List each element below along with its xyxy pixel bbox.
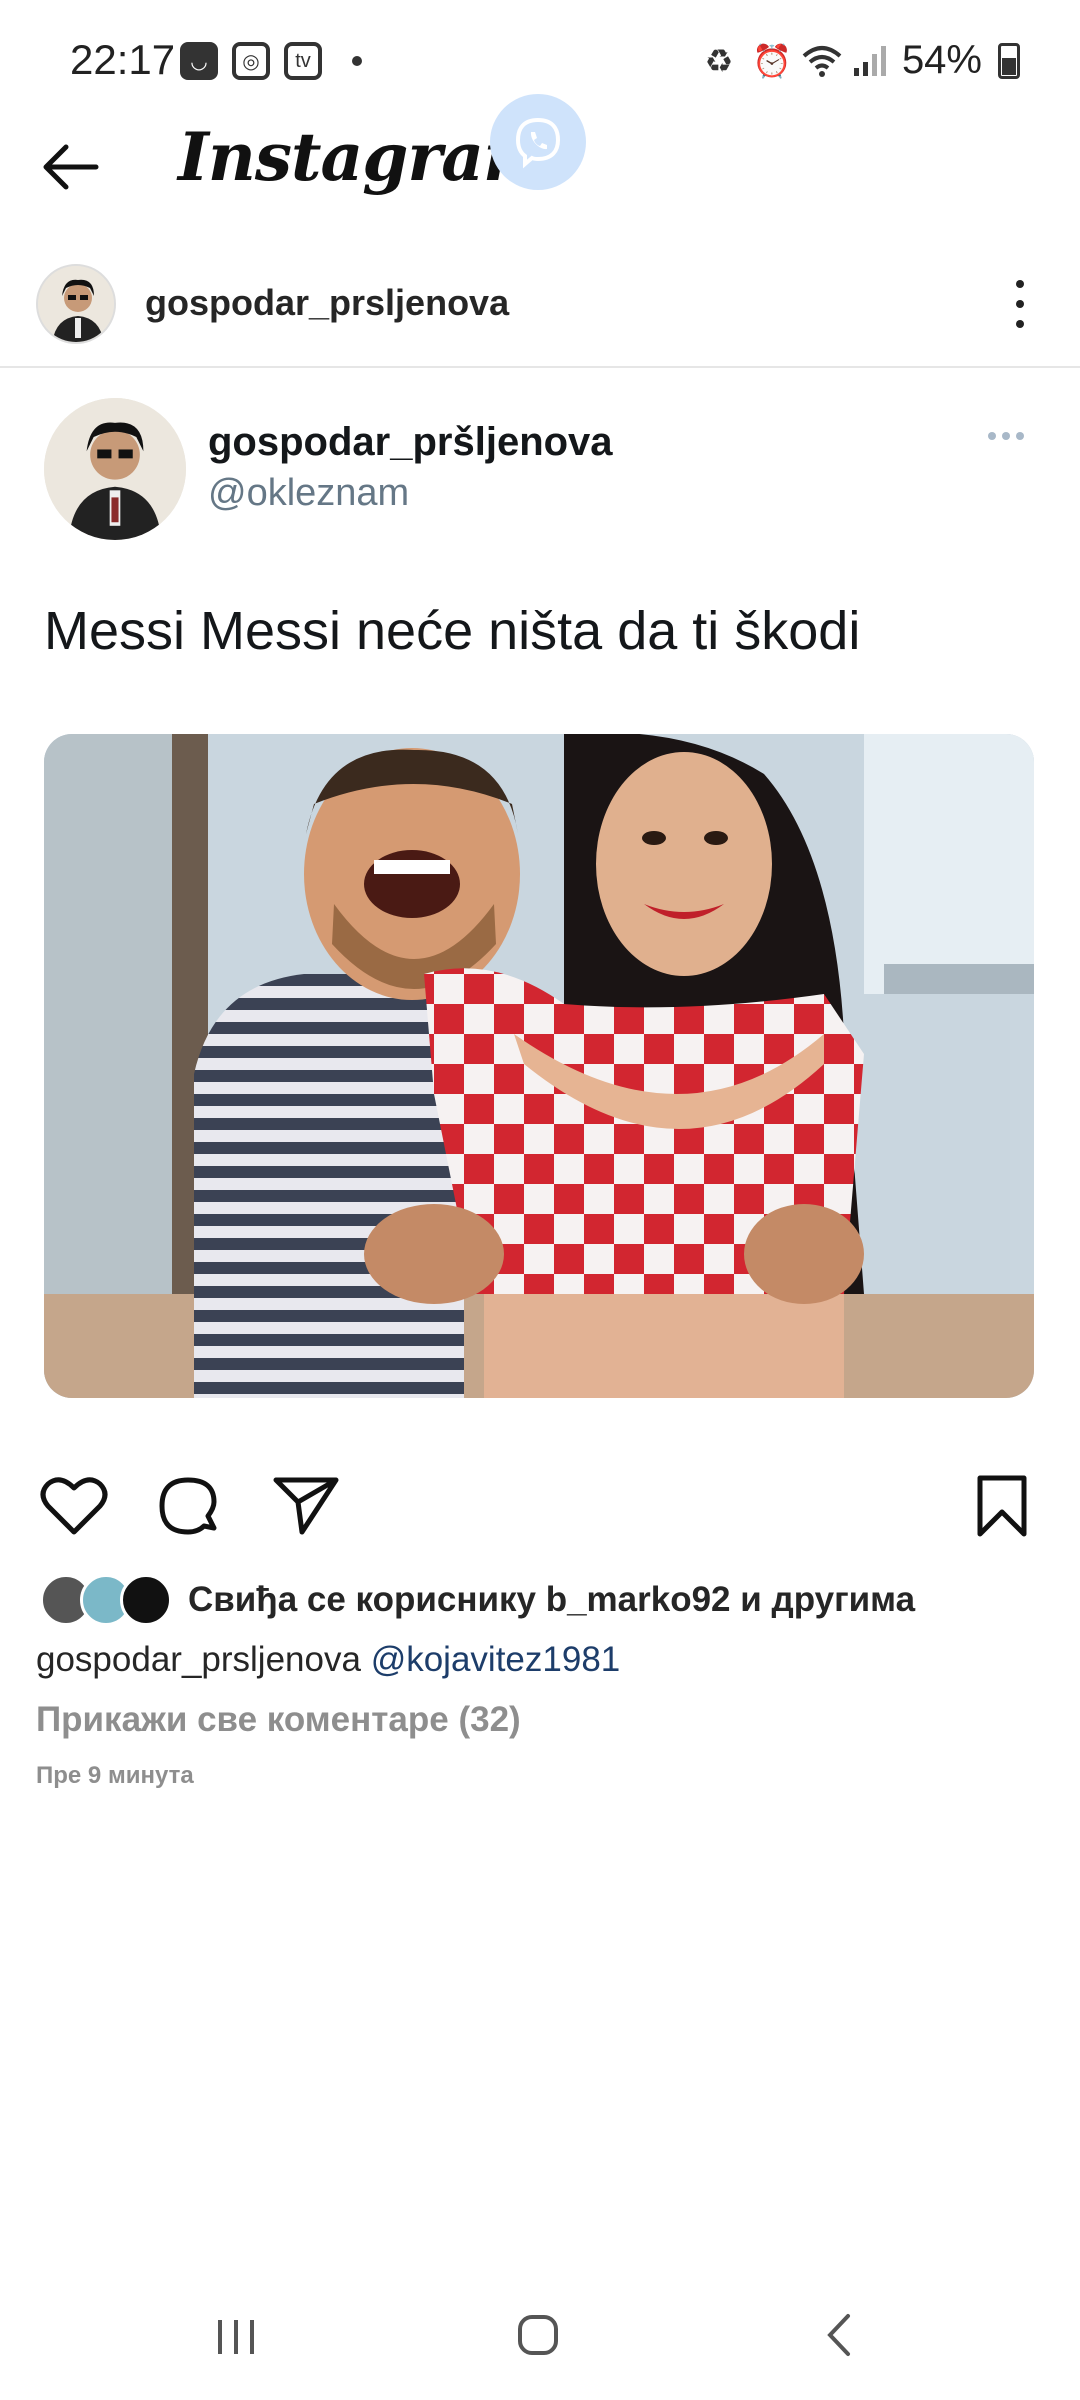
back-arrow-icon[interactable] — [36, 132, 106, 202]
post-image[interactable] — [44, 734, 1034, 1398]
home-icon[interactable] — [498, 2300, 578, 2370]
tweet-more-icon — [988, 432, 1024, 440]
notification-app-icon: ◡ — [180, 42, 218, 80]
battery-percentage: 54% — [901, 38, 982, 82]
post-username[interactable]: gospodar_prsljenova — [145, 282, 509, 324]
liker-avatars — [40, 1574, 172, 1626]
back-nav-icon[interactable] — [800, 2300, 880, 2370]
avatar[interactable] — [36, 264, 116, 344]
tweet-display-name: gospodar_pršljenova — [208, 420, 613, 464]
status-time: 22:17 — [70, 36, 176, 83]
caption: gospodar_prsljenova @kojavitez1981 — [36, 1640, 620, 1680]
heart-icon[interactable] — [38, 1470, 110, 1542]
post-timestamp: Пре 9 минута — [36, 1762, 194, 1789]
send-icon[interactable] — [270, 1470, 342, 1542]
avatar — [120, 1574, 172, 1626]
tweet-handle: @okleznam — [208, 472, 410, 514]
caption-mention[interactable]: @kojavitez1981 — [371, 1640, 621, 1679]
post-header: gospodar_prsljenova — [0, 258, 1080, 368]
viber-icon[interactable] — [490, 94, 586, 190]
bookmark-icon[interactable] — [966, 1470, 1038, 1542]
post-actions — [0, 1470, 1080, 1550]
recent-apps-icon[interactable] — [196, 2300, 276, 2370]
caption-username[interactable]: gospodar_prsljenova — [36, 1640, 361, 1679]
comment-icon[interactable] — [152, 1470, 224, 1542]
more-vertical-icon[interactable] — [1000, 274, 1040, 334]
signal-icon — [852, 44, 886, 78]
view-comments-link[interactable]: Прикажи све коментаре (32) — [36, 1700, 521, 1740]
battery-icon — [998, 42, 1020, 79]
more-notifications-dot-icon — [352, 56, 362, 66]
instagram-notification-icon: ◎ — [232, 42, 270, 80]
alarm-icon: ⏰ — [751, 42, 792, 79]
likes-row[interactable]: Свиђа се кориснику b_marko92 и другима — [40, 1572, 915, 1628]
likes-text[interactable]: Свиђа се кориснику b_marko92 и другима — [188, 1580, 915, 1620]
wifi-icon — [802, 44, 842, 78]
battery-saver-icon: ♻ — [704, 42, 734, 79]
tweet-avatar — [44, 398, 186, 540]
tv-notification-icon: tv — [284, 42, 322, 80]
system-nav-bar — [0, 2270, 1080, 2400]
tweet-text: Messi Messi neće ništa da ti škodi — [44, 601, 861, 661]
